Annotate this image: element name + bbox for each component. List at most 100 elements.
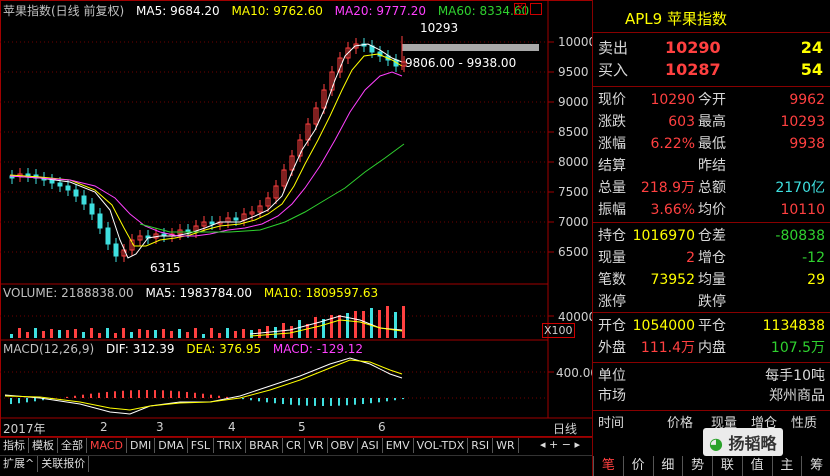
candle-body <box>105 227 111 245</box>
volume-bar <box>82 332 85 338</box>
scroll-left-icon[interactable]: ◂ <box>540 438 546 451</box>
indicator-tab-bar: 指标 模板 全部 MACD DMI DMA FSL TRIX BRAR CR VR OBV ASI EMV… <box>0 437 595 453</box>
tab-macd[interactable]: MACD <box>87 438 127 453</box>
volume-bar <box>98 333 101 338</box>
restore-icon[interactable] <box>530 3 542 15</box>
vol-ma5-label: MA5: 1983784.00 <box>145 286 253 300</box>
macd-value-label: MACD: -129.12 <box>272 342 364 356</box>
volume-bar <box>42 331 45 338</box>
macd-bar <box>346 398 348 406</box>
tab-vol-tdx[interactable]: VOL-TDX <box>414 438 469 453</box>
main-chart-header: 苹果指数(日线 前复权) MA5: 9684.20 MA10: 9762.60 … <box>3 2 537 19</box>
quote-field-label: 持仓 <box>598 228 626 244</box>
scroll-right-icon[interactable]: ▸ <box>574 438 580 451</box>
tab-emv[interactable]: EMV <box>383 438 414 453</box>
volume-bar <box>322 319 325 338</box>
panel-tab[interactable]: 笔 <box>593 456 623 476</box>
buy-row[interactable]: 买入 10287 54 <box>593 60 830 82</box>
volume-bar <box>378 310 381 338</box>
quote-row: 总量 218.9万 总额 2170亿 <box>593 178 830 198</box>
quote-field-value: 218.9万 <box>640 180 695 196</box>
panel-tab[interactable]: 值 <box>741 456 772 476</box>
macd-bar <box>354 398 356 405</box>
close-icon[interactable]: ✕ <box>514 3 526 15</box>
macd-bar <box>298 398 300 406</box>
candle-body <box>209 221 215 225</box>
volume-bar <box>74 329 77 338</box>
quote-row: 涨跌 603 最高 10293 <box>593 112 830 132</box>
y-tick: 8500 <box>558 125 589 139</box>
tab-dma[interactable]: DMA <box>155 438 188 453</box>
macd-bar <box>130 390 132 398</box>
volume-bar <box>186 332 189 338</box>
period-label[interactable]: 日线 <box>553 420 577 437</box>
watermark-text: 扬韬略 <box>728 434 777 453</box>
plus-icon[interactable]: + <box>549 438 558 451</box>
volume-value: VOLUME: 2188838.00 <box>3 286 134 300</box>
volume-bar <box>130 332 133 338</box>
tab-expand[interactable]: 扩展^ <box>0 456 39 472</box>
volume-bar <box>402 306 405 338</box>
macd-bar <box>290 398 292 405</box>
panel-tab[interactable]: 价 <box>622 456 653 476</box>
y-tick: 10000 <box>558 35 597 49</box>
tab-模板[interactable]: 模板 <box>29 438 58 453</box>
tab-wr[interactable]: WR <box>493 438 519 453</box>
volume-bar <box>66 330 69 338</box>
quote-field-value: -80838 <box>775 228 825 244</box>
tab-related-quotes[interactable]: 关联报价 <box>38 456 90 472</box>
tab-rsi[interactable]: RSI <box>468 438 494 453</box>
quote-field-label: 跌停 <box>698 294 726 310</box>
quote-field-label: 总额 <box>698 180 726 196</box>
minus-icon[interactable]: − <box>562 438 571 451</box>
panel-tab[interactable]: 细 <box>652 456 683 476</box>
volume-bar <box>90 328 93 338</box>
quote-field-label: 今开 <box>698 92 726 108</box>
volume-bar <box>146 330 149 338</box>
tab-trix[interactable]: TRIX <box>214 438 247 453</box>
tab-fsl[interactable]: FSL <box>188 438 214 453</box>
tab-brar[interactable]: BRAR <box>246 438 284 453</box>
panel-tab[interactable]: 筹 <box>801 456 830 476</box>
panel-tab[interactable]: 主 <box>771 456 802 476</box>
y-tick: 7500 <box>558 185 589 199</box>
tab-指标[interactable]: 指标 <box>0 438 29 453</box>
macd-bar <box>186 391 188 398</box>
market-label: 市场 <box>598 388 626 404</box>
volume-bar <box>338 315 341 338</box>
tab-cr[interactable]: CR <box>283 438 306 453</box>
quote-field-value: 10293 <box>780 114 825 130</box>
macd-bar <box>122 390 124 398</box>
panel-tab[interactable]: 势 <box>682 456 712 476</box>
quote-field-label: 仓差 <box>698 228 726 244</box>
sell-price: 10290 <box>665 38 721 57</box>
candle-body <box>97 213 103 229</box>
quote-title: APL9 苹果指数 <box>625 10 727 28</box>
dif-label: DIF: 312.39 <box>105 342 175 356</box>
macd-bar <box>330 398 332 406</box>
macd-bar <box>18 398 20 404</box>
sell-row[interactable]: 卖出 10290 24 <box>593 38 830 60</box>
volume-bar <box>106 328 109 338</box>
quote-field-value: 9962 <box>789 92 825 108</box>
tab-obv[interactable]: OBV <box>328 438 358 453</box>
macd-bar <box>386 398 388 402</box>
x-label: 3 <box>156 420 164 434</box>
tab-vr[interactable]: VR <box>305 438 328 453</box>
macd-params: MACD(12,26,9) <box>3 342 95 356</box>
quote-row: 涨停 跌停 <box>593 292 830 312</box>
tab-scroll-controls: ◂ + − ▸ <box>540 438 580 451</box>
panel-tab[interactable]: 联 <box>712 456 742 476</box>
tab-asi[interactable]: ASI <box>358 438 383 453</box>
sell-label: 卖出 <box>598 39 629 57</box>
volume-bar <box>18 328 21 338</box>
tab-全部[interactable]: 全部 <box>58 438 87 453</box>
volume-tick: 40000 <box>558 310 597 324</box>
macd-bar <box>82 394 84 398</box>
volume-bar <box>138 329 141 338</box>
quote-field-value: 603 <box>668 114 695 130</box>
ma20-label: MA20: 9777.20 <box>334 4 426 18</box>
quote-row: 结算 昨结 <box>593 156 830 176</box>
tab-dmi[interactable]: DMI <box>127 438 156 453</box>
macd-bar <box>338 398 340 406</box>
